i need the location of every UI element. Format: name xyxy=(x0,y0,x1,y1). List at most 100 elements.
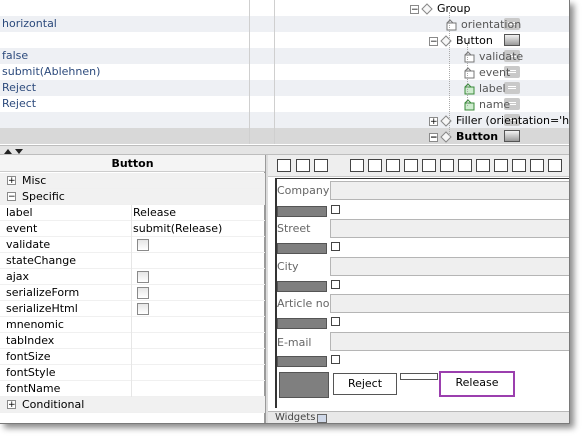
expand-icon[interactable]: + xyxy=(429,116,438,126)
property-row-fontstyle[interactable]: fontStyle xyxy=(0,365,265,381)
validate-checkbox[interactable] xyxy=(137,239,149,251)
property-key: serializeHtml xyxy=(6,302,78,315)
grid-tool-icon[interactable] xyxy=(458,159,472,172)
tree-node-label[interactable]: label xyxy=(463,81,506,97)
property-row-serializehtml[interactable]: serializeHtml xyxy=(0,301,265,317)
property-row-serializeform[interactable]: serializeForm xyxy=(0,285,265,301)
splitter[interactable] xyxy=(0,145,569,155)
properties-title: Button xyxy=(0,155,265,172)
property-row-ajax[interactable]: ajax xyxy=(0,269,265,285)
placeholder-block xyxy=(279,372,329,398)
document-tool-icon[interactable] xyxy=(440,159,454,172)
tree-node-validate[interactable]: validate xyxy=(463,49,523,65)
company-input[interactable] xyxy=(330,181,569,200)
serializehtml-checkbox[interactable] xyxy=(137,303,149,315)
table-cell xyxy=(249,48,520,64)
textarea-tool-icon[interactable] xyxy=(422,159,436,172)
textfield-tool-icon[interactable] xyxy=(277,159,291,172)
collapse-icon[interactable]: − xyxy=(410,4,419,14)
edit-button[interactable] xyxy=(504,34,520,46)
tree-label: Group xyxy=(437,2,471,15)
text-tool-icon[interactable] xyxy=(350,159,364,172)
columns-tool-icon[interactable] xyxy=(512,159,526,172)
properties-panel: Button + Misc − Specific label Release e… xyxy=(0,155,265,423)
table-cell xyxy=(249,80,520,96)
property-key: mnenomic xyxy=(6,318,64,331)
property-row-label[interactable]: label Release xyxy=(0,205,265,221)
widgets-icon[interactable] xyxy=(317,414,327,423)
radio-tool-icon[interactable] xyxy=(314,159,328,172)
dotted-tool-icon[interactable] xyxy=(476,159,490,172)
city-input[interactable] xyxy=(330,257,569,276)
property-icon xyxy=(446,19,457,31)
collapse-icon[interactable]: − xyxy=(7,192,16,202)
tree-label: Filler (orientation='hor xyxy=(456,114,570,127)
tree-node-event[interactable]: event xyxy=(463,65,510,81)
more-tool-icon[interactable] xyxy=(548,159,562,172)
table-cell xyxy=(249,64,520,80)
category-conditional[interactable]: + Conditional xyxy=(0,397,265,413)
tree-label: validate xyxy=(479,50,524,63)
tree-node-filler[interactable]: + Filler (orientation='hor xyxy=(429,113,570,129)
property-value[interactable]: submit(Release) xyxy=(133,221,222,237)
release-button-selected[interactable]: Release xyxy=(439,371,515,397)
collapse-arrows-icon[interactable] xyxy=(3,147,27,155)
property-key: label xyxy=(6,206,33,219)
ajax-checkbox[interactable] xyxy=(137,271,149,283)
property-row-mnenomic[interactable]: mnenomic xyxy=(0,317,265,333)
expand-icon[interactable]: + xyxy=(7,400,16,410)
email-input[interactable] xyxy=(330,332,569,351)
frame-tool-icon[interactable] xyxy=(386,159,400,172)
property-icon xyxy=(464,67,475,79)
property-key: ajax xyxy=(6,270,30,283)
property-value: Reject xyxy=(2,97,37,110)
checkbox[interactable] xyxy=(331,205,340,214)
checkbox[interactable] xyxy=(331,242,340,251)
menu-icon[interactable] xyxy=(504,82,520,94)
close-tool-icon[interactable] xyxy=(296,159,310,172)
grid2-tool-icon[interactable] xyxy=(530,159,544,172)
field-label-article-no: Article no. xyxy=(277,297,333,310)
list-tool-icon[interactable] xyxy=(404,159,418,172)
collapse-icon[interactable]: − xyxy=(429,132,438,142)
tree-node-name[interactable]: name xyxy=(463,97,510,113)
checkbox[interactable] xyxy=(331,355,340,364)
panel-divider[interactable] xyxy=(265,155,268,423)
collapse-icon[interactable]: − xyxy=(429,36,438,46)
property-set-icon xyxy=(464,99,475,111)
tree-label: name xyxy=(479,98,511,111)
table-cell xyxy=(249,0,275,16)
street-input[interactable] xyxy=(330,219,569,238)
property-row-tabindex[interactable]: tabIndex xyxy=(0,333,265,349)
edit-button[interactable] xyxy=(504,130,520,142)
checkbox[interactable] xyxy=(331,280,340,289)
property-row-fontname[interactable]: fontName xyxy=(0,381,265,397)
tree-node-button[interactable]: − Button xyxy=(429,33,493,49)
article-no-input[interactable] xyxy=(330,294,569,313)
separator xyxy=(131,333,132,349)
separator xyxy=(131,237,132,253)
checkbox[interactable] xyxy=(331,317,340,326)
label-tool-icon[interactable] xyxy=(332,159,346,172)
category-specific[interactable]: − Specific xyxy=(0,189,265,205)
reject-button[interactable]: Reject xyxy=(333,373,397,395)
expand-icon[interactable]: + xyxy=(7,176,16,186)
table-tool-icon[interactable] xyxy=(494,159,508,172)
category-misc[interactable]: + Misc xyxy=(0,173,265,189)
tree-node-group[interactable]: − Group xyxy=(410,1,471,17)
tree-node-button-selected[interactable]: − Button xyxy=(429,129,498,145)
property-row-validate[interactable]: validate xyxy=(0,237,265,253)
table-row[interactable] xyxy=(0,0,569,16)
property-key: fontSize xyxy=(6,350,51,363)
widgets-tab[interactable]: Widgets xyxy=(275,412,315,423)
serializeform-checkbox[interactable] xyxy=(137,287,149,299)
star-tool-icon[interactable] xyxy=(368,159,382,172)
tree-label: label xyxy=(479,82,506,95)
table-cell xyxy=(249,16,520,32)
property-row-event[interactable]: event submit(Release) xyxy=(0,221,265,237)
property-value[interactable]: Release xyxy=(133,205,176,221)
table-cell xyxy=(249,112,520,128)
tree-node-orientation[interactable]: orientation xyxy=(445,17,521,33)
property-row-statechange[interactable]: stateChange xyxy=(0,253,265,269)
property-row-fontsize[interactable]: fontSize xyxy=(0,349,265,365)
